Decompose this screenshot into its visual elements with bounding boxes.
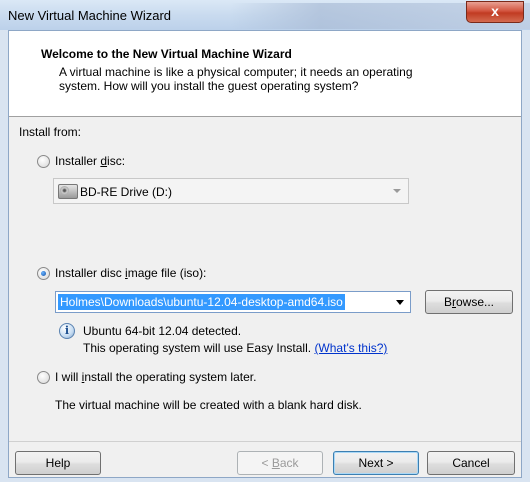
- iso-image-radio[interactable]: [37, 267, 50, 280]
- blank-disk-note: The virtual machine will be created with…: [55, 398, 362, 412]
- wizard-description: A virtual machine is like a physical com…: [59, 65, 479, 93]
- whats-this-link[interactable]: (What's this?): [314, 341, 387, 355]
- wizard-heading: Welcome to the New Virtual Machine Wizar…: [41, 47, 292, 61]
- installer-disc-label[interactable]: Installer disc:: [55, 154, 125, 168]
- browse-button[interactable]: Browse...: [425, 290, 513, 314]
- wizard-body: Welcome to the New Virtual Machine Wizar…: [8, 30, 522, 478]
- install-later-radio[interactable]: [37, 371, 50, 384]
- wizard-description-line-2: system. How will you install the guest o…: [59, 79, 359, 93]
- info-icon: i: [59, 323, 75, 339]
- close-button[interactable]: x: [466, 1, 524, 23]
- disc-drive-dropdown[interactable]: BD-RE Drive (D:): [53, 178, 409, 204]
- help-button[interactable]: Help: [15, 451, 101, 475]
- cancel-button[interactable]: Cancel: [427, 451, 515, 475]
- chevron-down-icon: [393, 189, 401, 193]
- next-button[interactable]: Next >: [333, 451, 419, 475]
- iso-image-label[interactable]: Installer disc image file (iso):: [55, 266, 206, 280]
- easy-install-note: This operating system will use Easy Inst…: [83, 341, 388, 355]
- install-from-label: Install from:: [19, 125, 82, 139]
- chevron-down-icon[interactable]: [396, 300, 404, 305]
- iso-path-combobox[interactable]: Holmes\Downloads\ubuntu-12.04-desktop-am…: [55, 291, 411, 313]
- optical-drive-icon: [58, 184, 78, 199]
- footer-divider: [9, 441, 521, 442]
- wizard-description-line-1: A virtual machine is like a physical com…: [59, 65, 413, 79]
- back-button[interactable]: < Back: [237, 451, 323, 475]
- install-later-label[interactable]: I will install the operating system late…: [55, 370, 256, 384]
- window-title: New Virtual Machine Wizard: [8, 8, 172, 23]
- detected-os-text: Ubuntu 64-bit 12.04 detected.: [83, 324, 242, 338]
- iso-path-value[interactable]: Holmes\Downloads\ubuntu-12.04-desktop-am…: [58, 294, 345, 310]
- installer-disc-radio[interactable]: [37, 155, 50, 168]
- title-bar: New Virtual Machine Wizard x: [0, 0, 530, 30]
- disc-drive-value: BD-RE Drive (D:): [80, 185, 172, 199]
- wizard-header: Welcome to the New Virtual Machine Wizar…: [9, 31, 521, 117]
